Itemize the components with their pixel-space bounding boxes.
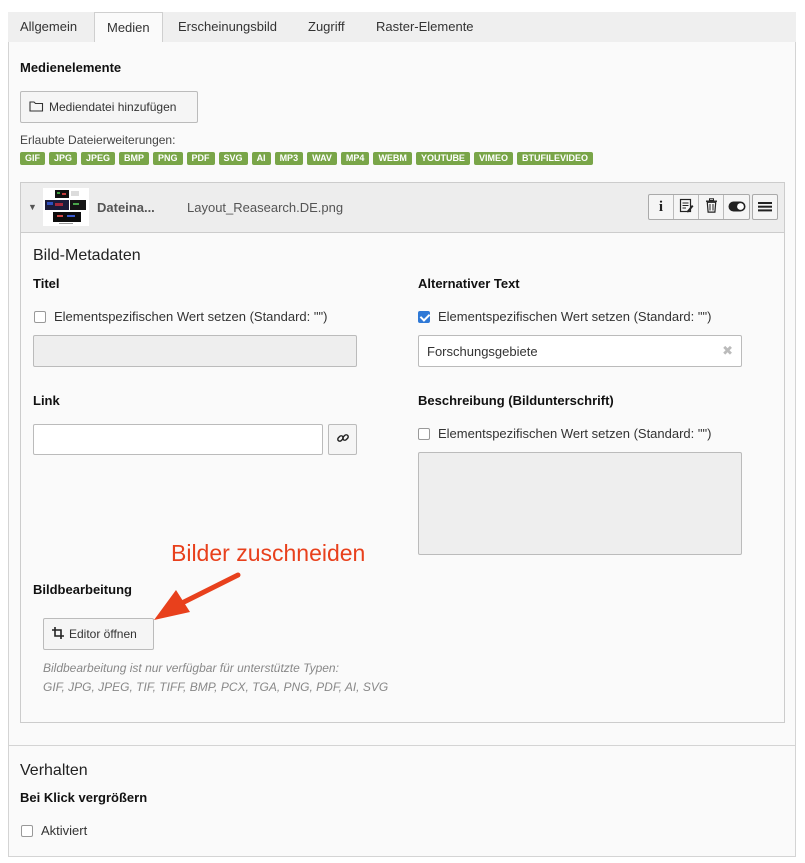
file-name-value: Layout_Reasearch.DE.png [187,200,344,215]
hamburger-icon [758,200,772,215]
file-reference-card: ▼ Dateina... Layout_Reasearch.DE.png i B… [20,182,785,723]
description-override-row[interactable]: Elementspezifischen Wert setzen (Standar… [418,426,711,441]
delete-button[interactable] [699,195,724,219]
link-icon [336,431,350,448]
extension-badge: BTUFILEVIDEO [516,152,593,165]
edit-metadata-button[interactable] [674,195,699,219]
info-button[interactable]: i [649,195,674,219]
extension-badges: GIF JPG JPEG BMP PNG PDF SVG AI MP3 WAV … [20,152,593,165]
alt-text-value: Forschungsgebiete [427,343,538,359]
annotation-text: Bilder zuschneiden [171,540,366,566]
visibility-toggle-button[interactable] [724,195,749,219]
click-enlarge-label: Bei Klick vergrößern [20,790,148,805]
annotation-arrow-icon [154,572,241,620]
extension-badge: PDF [186,152,215,165]
clear-icon[interactable]: ✖ [722,343,733,359]
titel-label: Titel [33,276,60,291]
info-icon: i [658,198,664,215]
tab-raster-elemente[interactable]: Raster-Elemente [364,12,486,43]
file-toolbar: i [648,194,750,220]
section-divider [9,745,795,746]
link-input[interactable] [33,424,323,455]
titel-override-label: Elementspezifischen Wert setzen (Standar… [54,309,328,324]
description-label: Beschreibung (Bildunterschrift) [418,393,614,408]
add-media-button[interactable]: Mediendatei hinzufügen [20,91,198,123]
extension-badge: VIMEO [473,152,513,165]
extension-badge: WEBM [373,152,412,165]
tab-bar: Allgemein Medien Erscheinungsbild Zugrif… [8,12,796,44]
extension-badge: MP3 [274,152,304,165]
file-reference-header[interactable]: ▼ Dateina... Layout_Reasearch.DE.png i [21,183,784,233]
editing-hint-line1: Bildbearbeitung ist nur verfügbar für un… [43,661,339,675]
titel-override-checkbox[interactable] [34,310,46,323]
titel-input[interactable] [33,335,357,367]
editing-hint-line2: GIF, JPG, JPEG, TIF, TIFF, BMP, PCX, TGA… [43,680,389,694]
trash-icon [705,198,718,216]
extension-badge: WAV [307,152,337,165]
section-title-medienelemente: Medienelemente [20,60,122,75]
click-enlarge-checkbox[interactable] [21,824,33,837]
extension-badge: JPEG [81,152,116,165]
file-thumbnail [43,188,89,226]
extension-badge: MP4 [340,152,370,165]
description-override-label: Elementspezifischen Wert setzen (Standar… [438,426,712,441]
tab-panel-medien: Medienelemente Mediendatei hinzufügen Er… [8,42,796,857]
add-media-button-label: Mediendatei hinzufügen [49,100,177,114]
tab-allgemein[interactable]: Allgemein [8,12,89,43]
description-textarea[interactable] [418,452,742,555]
edit-icon [679,198,694,216]
description-override-checkbox[interactable] [418,427,430,440]
tab-medien[interactable]: Medien [94,12,163,44]
collapse-caret-icon[interactable]: ▼ [28,202,37,212]
tab-zugriff[interactable]: Zugriff [296,12,357,43]
extension-badge: GIF [20,152,45,165]
alt-text-override-checkbox[interactable] [418,310,430,323]
crop-icon [52,626,64,642]
metadata-heading: Bild-Metadaten [33,247,141,264]
verhalten-heading: Verhalten [20,762,88,779]
file-name-label: Dateina... [97,200,155,215]
alt-text-override-label: Elementspezifischen Wert setzen (Standar… [438,309,712,324]
image-editing-label: Bildbearbeitung [33,582,132,597]
open-editor-button-label: Editor öffnen [69,627,137,641]
click-enlarge-row[interactable]: Aktiviert [21,823,87,838]
titel-override-row[interactable]: Elementspezifischen Wert setzen (Standar… [34,309,327,324]
more-options-button[interactable] [752,194,778,220]
allowed-extensions-label: Erlaubte Dateierweiterungen: [20,133,176,147]
alt-text-override-row[interactable]: Elementspezifischen Wert setzen (Standar… [418,309,711,324]
extension-badge: JPG [49,152,78,165]
toggle-icon [728,200,746,215]
click-enlarge-checkbox-label: Aktiviert [41,823,88,838]
extension-badge: SVG [218,152,248,165]
open-editor-button[interactable]: Editor öffnen [43,618,154,650]
extension-badge: PNG [153,152,183,165]
alt-text-label: Alternativer Text [418,276,520,291]
extension-badge: BMP [119,152,150,165]
link-browser-button[interactable] [328,424,357,455]
extension-badge: YOUTUBE [415,152,470,165]
tab-erscheinungsbild[interactable]: Erscheinungsbild [166,12,289,43]
alt-text-input[interactable]: Forschungsgebiete ✖ [418,335,742,367]
folder-icon [29,100,44,115]
extension-badge: AI [251,152,271,165]
link-label: Link [33,393,60,408]
